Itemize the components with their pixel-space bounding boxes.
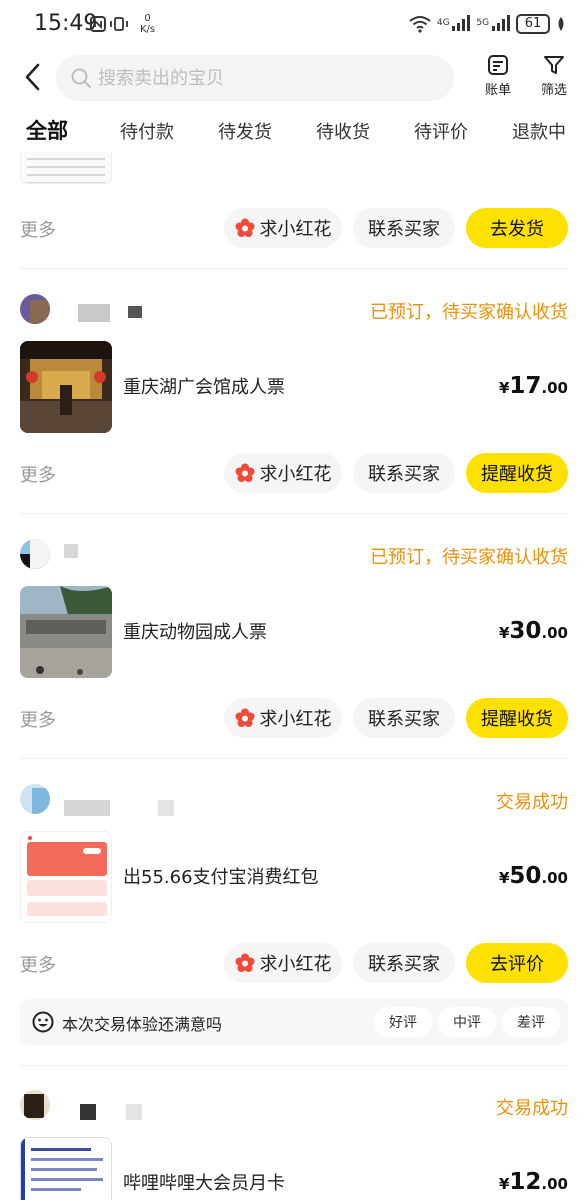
avatar[interactable] [20, 294, 50, 324]
order-status: 交易成功 [496, 1098, 568, 1119]
bad-review-button[interactable]: 差评 [502, 1007, 560, 1037]
divider [20, 1065, 568, 1066]
order-list: 更多 求小红花 联系买家 去发货 已预订，待买家确认收货 重庆湖广会馆成人票 ¥… [0, 152, 588, 1200]
contact-buyer-button[interactable]: 联系买家 [353, 698, 455, 738]
contact-buyer-button[interactable]: 联系买家 [353, 943, 455, 983]
product-price: ¥30.00 [498, 618, 568, 644]
order-thumbnail[interactable] [20, 152, 112, 184]
search-icon [71, 68, 91, 88]
blurred-name [128, 306, 142, 318]
clock: 15:49 [34, 11, 98, 36]
signal-4g-icon: 4G [437, 14, 471, 34]
product-thumbnail[interactable] [20, 341, 112, 433]
wifi-icon [409, 16, 431, 33]
avatar[interactable] [20, 539, 50, 569]
more-link[interactable]: 更多 [20, 706, 56, 732]
order-item[interactable]: 重庆湖广会馆成人票 ¥17.00 [20, 341, 568, 433]
review-button[interactable]: 去评价 [466, 943, 568, 983]
product-title: 出55.66支付宝消费红包 [123, 867, 319, 888]
signal-5g-icon: 5G [476, 14, 510, 34]
ship-button[interactable]: 去发货 [466, 208, 568, 248]
tab-pending-review[interactable]: 待评价 [414, 118, 468, 144]
ask-flower-button[interactable]: 求小红花 [224, 208, 342, 248]
order-actions: 更多 求小红花 联系买家 去发货 [0, 208, 588, 248]
contact-buyer-button[interactable]: 联系买家 [353, 453, 455, 493]
order-item[interactable]: 出55.66支付宝消费红包 ¥50.00 [20, 831, 568, 923]
product-price: ¥12.00 [498, 1169, 568, 1195]
survey-question: 本次交易体验还满意吗 [62, 1015, 223, 1034]
blurred-name [158, 800, 174, 816]
net-speed: 0 K/s [140, 13, 156, 35]
order-item[interactable]: 重庆动物园成人票 ¥30.00 [20, 586, 568, 678]
order-tabs: 全部 待付款 待发货 待收货 待评价 退款中 [0, 112, 588, 150]
blurred-name [126, 1104, 142, 1120]
product-thumbnail[interactable] [20, 1137, 112, 1200]
tab-refunding[interactable]: 退款中 [512, 118, 566, 144]
product-thumbnail[interactable] [20, 586, 112, 678]
search-bar[interactable] [56, 55, 454, 101]
product-title: 哔哩哔哩大会员月卡 [123, 1173, 285, 1194]
seller-row[interactable]: 交易成功 [20, 784, 568, 816]
status-icons: 4G 5G 61 [409, 12, 566, 36]
satisfaction-survey: 本次交易体验还满意吗 好评 中评 差评 [20, 999, 568, 1045]
red-flower-icon [235, 953, 254, 972]
product-price: ¥50.00 [498, 863, 568, 889]
avatar[interactable] [20, 1090, 50, 1120]
filter-label: 筛选 [540, 83, 567, 98]
product-title: 重庆湖广会馆成人票 [123, 377, 285, 398]
divider [20, 268, 568, 269]
order-status: 已预订，待买家确认收货 [370, 302, 568, 323]
avatar[interactable] [20, 784, 50, 814]
contact-buyer-button[interactable]: 联系买家 [353, 208, 455, 248]
divider [20, 758, 568, 759]
leaf-icon [558, 17, 564, 31]
remind-receipt-button[interactable]: 提醒收货 [466, 453, 568, 493]
tab-pending-shipment[interactable]: 待发货 [218, 118, 272, 144]
bill-icon [488, 55, 508, 75]
good-review-button[interactable]: 好评 [374, 1007, 432, 1037]
seller-row[interactable]: 已预订，待买家确认收货 [20, 539, 568, 571]
filter-button[interactable]: 筛选 [534, 54, 574, 98]
product-title: 重庆动物园成人票 [123, 622, 267, 643]
search-input[interactable] [98, 67, 418, 89]
blurred-name [80, 1104, 96, 1120]
divider [20, 513, 568, 514]
nfc-vibrate-icons [90, 15, 134, 37]
remind-receipt-button[interactable]: 提醒收货 [466, 698, 568, 738]
back-arrow-icon[interactable] [20, 60, 46, 94]
more-link[interactable]: 更多 [20, 461, 56, 487]
face-icon [32, 1011, 54, 1033]
ask-flower-button[interactable]: 求小红花 [224, 698, 342, 738]
status-bar: 15:49 0 K/s 4G 5G 61 [0, 0, 588, 50]
order-status: 已预订，待买家确认收货 [370, 547, 568, 568]
ask-flower-button[interactable]: 求小红花 [224, 453, 342, 493]
red-flower-icon [235, 708, 254, 727]
product-price: ¥17.00 [498, 373, 568, 399]
search-header: 账单 筛选 [0, 50, 588, 106]
blurred-name [64, 800, 110, 816]
product-thumbnail[interactable] [20, 831, 112, 923]
order-actions: 更多 求小红花 联系买家 提醒收货 [0, 698, 588, 738]
neutral-review-button[interactable]: 中评 [438, 1007, 496, 1037]
more-link[interactable]: 更多 [20, 951, 56, 977]
red-flower-icon [235, 218, 254, 237]
tab-pending-payment[interactable]: 待付款 [120, 118, 174, 144]
blurred-name [78, 304, 110, 322]
bill-button[interactable]: 账单 [478, 54, 518, 98]
red-flower-icon [235, 463, 254, 482]
blurred-name [64, 544, 78, 558]
order-actions: 更多 求小红花 联系买家 提醒收货 [0, 453, 588, 493]
order-actions: 更多 求小红花 联系买家 去评价 [0, 943, 588, 983]
order-status: 交易成功 [496, 792, 568, 813]
order-item[interactable]: 哔哩哔哩大会员月卡 ¥12.00 [20, 1137, 568, 1200]
tab-pending-receipt[interactable]: 待收货 [316, 118, 370, 144]
seller-row[interactable]: 已预订，待买家确认收货 [20, 294, 568, 326]
bill-label: 账单 [484, 83, 511, 98]
tab-all[interactable]: 全部 [26, 115, 68, 145]
battery-icon: 61 [516, 14, 550, 34]
filter-icon [544, 56, 564, 74]
ask-flower-button[interactable]: 求小红花 [224, 943, 342, 983]
more-link[interactable]: 更多 [20, 216, 56, 242]
seller-row[interactable]: 交易成功 [20, 1090, 568, 1122]
